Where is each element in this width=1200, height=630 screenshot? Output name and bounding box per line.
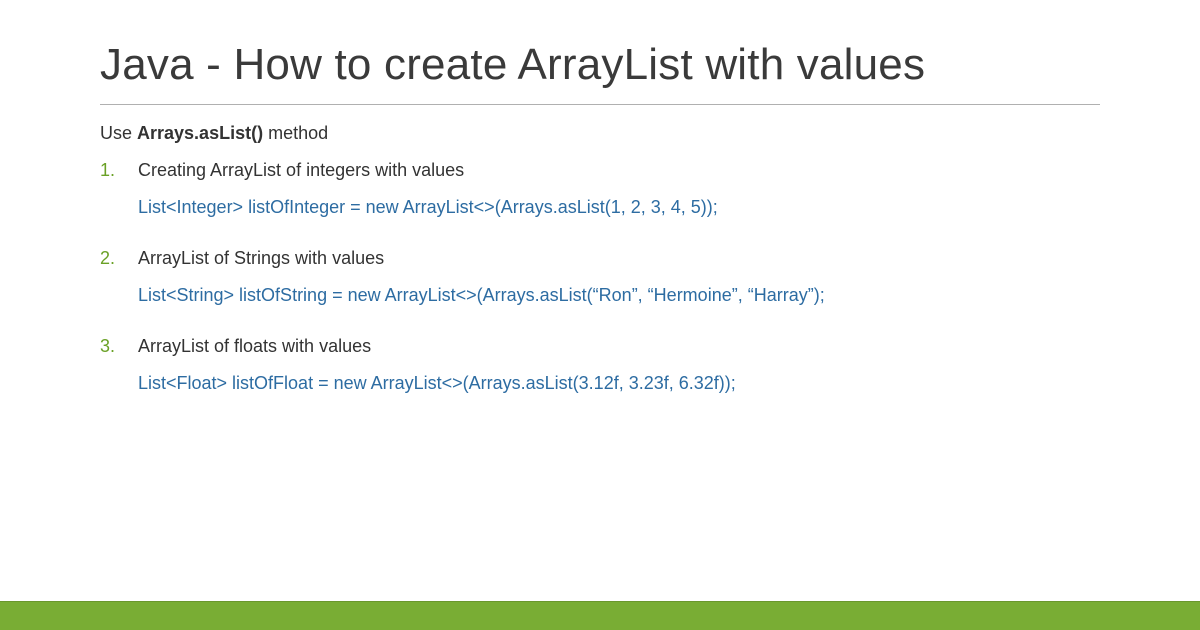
- example-label: ArrayList of floats with values: [138, 336, 1100, 357]
- examples-list: Creating ArrayList of integers with valu…: [100, 160, 1100, 394]
- example-label: ArrayList of Strings with values: [138, 248, 1100, 269]
- slide-title: Java - How to create ArrayList with valu…: [0, 0, 1200, 104]
- example-label: Creating ArrayList of integers with valu…: [138, 160, 1100, 181]
- intro-text: Use Arrays.asList() method: [100, 123, 1100, 144]
- example-item: Creating ArrayList of integers with valu…: [100, 160, 1100, 218]
- intro-suffix: method: [263, 123, 328, 143]
- example-code: List<Float> listOfFloat = new ArrayList<…: [138, 373, 1100, 394]
- example-item: ArrayList of Strings with values List<St…: [100, 248, 1100, 306]
- intro-method: Arrays.asList(): [137, 123, 263, 143]
- example-code: List<String> listOfString = new ArrayLis…: [138, 285, 1100, 306]
- title-divider: [100, 104, 1100, 105]
- intro-prefix: Use: [100, 123, 137, 143]
- example-code: List<Integer> listOfInteger = new ArrayL…: [138, 197, 1100, 218]
- footer-bar: [0, 602, 1200, 630]
- slide-content: Use Arrays.asList() method Creating Arra…: [0, 123, 1200, 394]
- example-item: ArrayList of floats with values List<Flo…: [100, 336, 1100, 394]
